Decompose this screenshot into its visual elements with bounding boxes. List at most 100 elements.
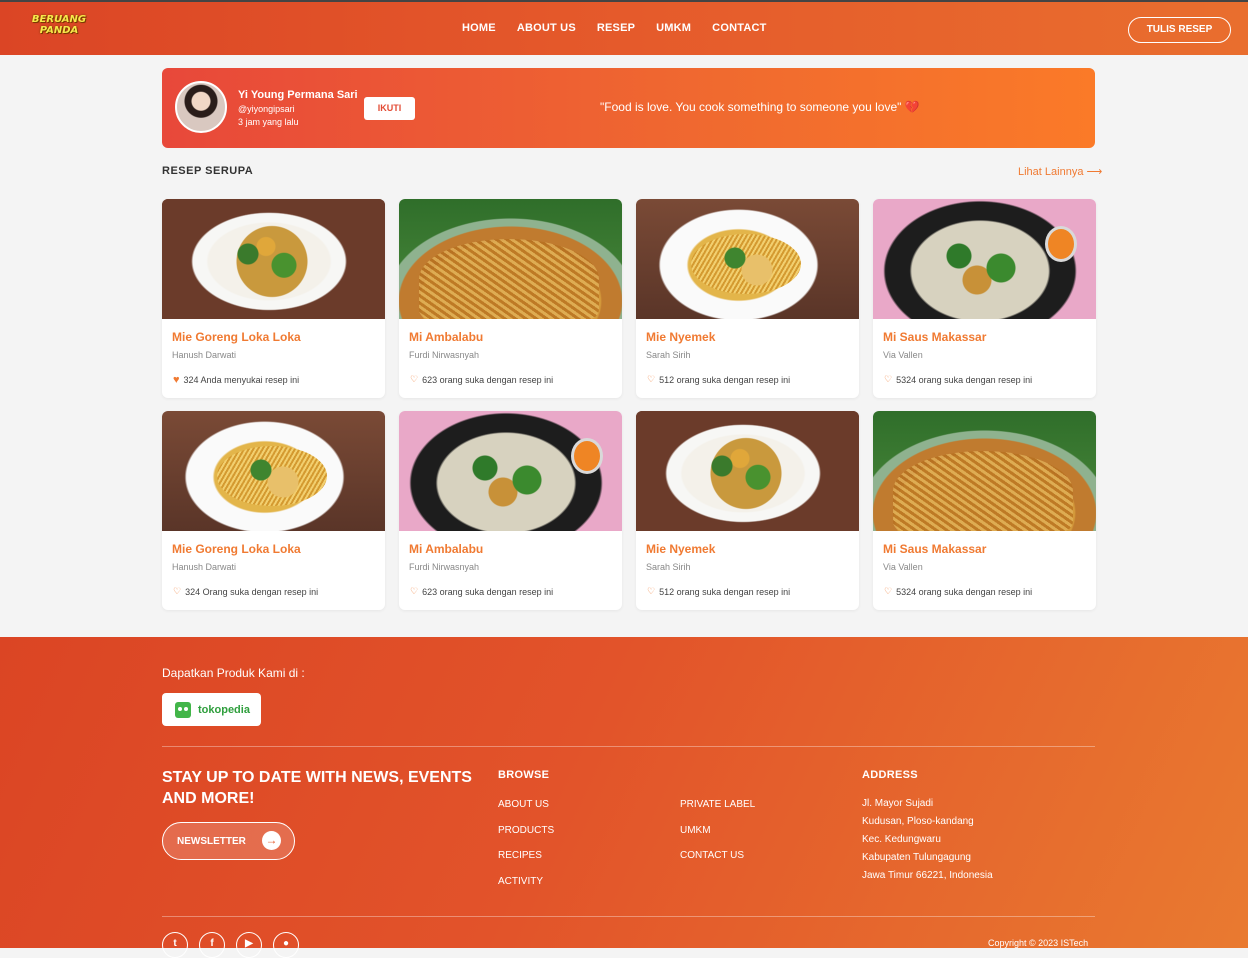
recipe-author: Hanush Darwati xyxy=(172,350,237,360)
recipe-likes: ♡ 512 orang suka dengan resep ini xyxy=(647,586,848,597)
recipe-card[interactable]: Mie Nyemek Sarah Sirih ♡ 512 orang suka d… xyxy=(636,199,859,398)
heart-outline-icon[interactable]: ♡ xyxy=(647,586,655,597)
likes-text: 324 Orang suka dengan resep ini xyxy=(185,586,319,597)
chat-icon[interactable]: ● xyxy=(273,932,299,958)
recipe-card[interactable]: Mi Saus Makassar Via Vallen ♡ 5324 orang … xyxy=(873,411,1096,610)
recipe-image[interactable] xyxy=(399,199,622,319)
recipe-title[interactable]: Mi Ambalabu xyxy=(409,330,612,345)
nav-umkm[interactable]: UMKM xyxy=(656,22,691,34)
address-line: Kudusan, Ploso-kandang xyxy=(862,816,974,827)
section-title: RESEP SERUPA xyxy=(162,165,254,177)
footer-link-about-us[interactable]: ABOUT US xyxy=(498,800,554,826)
recipe-author: Hanush Darwati xyxy=(172,562,237,572)
newsletter-label: NEWSLETTER xyxy=(177,835,246,847)
recipe-title[interactable]: Mi Saus Makassar xyxy=(883,542,1086,557)
likes-text: 5324 orang suka dengan resep ini xyxy=(896,586,1033,597)
heart-outline-icon[interactable]: ♡ xyxy=(173,586,181,597)
tokopedia-button[interactable]: tokopedia xyxy=(162,693,261,726)
recipe-image[interactable] xyxy=(399,411,622,531)
author-banner: Yi Young Permana Sari @yiyongipsari 3 ja… xyxy=(162,68,1095,148)
author-quote: "Food is love. You cook something to som… xyxy=(600,100,920,114)
social-links: t f ▶ ● xyxy=(162,932,299,958)
browse-links-2: PRIVATE LABEL UMKM CONTACT US xyxy=(680,800,755,877)
footer-link-products[interactable]: PRODUCTS xyxy=(498,825,554,852)
recipe-card[interactable]: Mi Ambalabu Furdi Nirwasnyah ♡ 623 orang … xyxy=(399,411,622,610)
recipe-image[interactable] xyxy=(873,411,1096,531)
recipe-author: Furdi Nirwasnyah xyxy=(409,350,480,360)
recipe-title[interactable]: Mie Goreng Loka Loka xyxy=(172,542,375,557)
recipe-image[interactable] xyxy=(636,199,859,319)
recipe-likes: ♥ 324 Anda menyukai resep ini xyxy=(173,374,374,386)
author-handle: @yiyongipsari xyxy=(238,104,295,114)
footer-link-recipes[interactable]: RECIPES xyxy=(498,851,554,877)
address-heading: ADDRESS xyxy=(862,769,918,781)
recipe-image[interactable] xyxy=(873,199,1096,319)
nav-about-us[interactable]: ABOUT US xyxy=(517,22,576,34)
heart-outline-icon[interactable]: ♡ xyxy=(647,374,655,385)
recipe-likes: ♡ 5324 orang suka dengan resep ini xyxy=(884,586,1085,597)
footer-link-private-label[interactable]: PRIVATE LABEL xyxy=(680,800,755,826)
copyright: Copyright © 2023 ISTech xyxy=(988,938,1089,948)
heart-outline-icon[interactable]: ♡ xyxy=(884,586,892,597)
recipe-grid: Mie Goreng Loka Loka Hanush Darwati ♥ 324… xyxy=(162,199,1096,610)
recipe-likes: ♡ 512 orang suka dengan resep ini xyxy=(647,374,848,385)
footer-divider xyxy=(162,746,1095,747)
recipe-likes: ♡ 623 orang suka dengan resep ini xyxy=(410,374,611,385)
recipe-card[interactable]: Mie Goreng Loka Loka Hanush Darwati ♡ 324… xyxy=(162,411,385,610)
post-time: 3 jam yang lalu xyxy=(238,117,299,127)
recipe-author: Sarah Sirih xyxy=(646,350,691,360)
avatar[interactable] xyxy=(175,81,227,133)
quote-text: "Food is love. You cook something to som… xyxy=(600,100,902,114)
brand-logo[interactable]: BERUANG PANDA xyxy=(30,14,88,40)
recipe-card[interactable]: Mie Goreng Loka Loka Hanush Darwati ♥ 324… xyxy=(162,199,385,398)
likes-text: 623 orang suka dengan resep ini xyxy=(422,586,554,597)
write-recipe-button[interactable]: TULIS RESEP xyxy=(1128,17,1231,43)
recipe-card[interactable]: Mi Saus Makassar Via Vallen ♡ 5324 orang … xyxy=(873,199,1096,398)
recipe-card[interactable]: Mi Ambalabu Furdi Nirwasnyah ♡ 623 orang … xyxy=(399,199,622,398)
browse-heading: BROWSE xyxy=(498,769,550,781)
heart-outline-icon[interactable]: ♡ xyxy=(884,374,892,385)
recipe-title[interactable]: Mie Nyemek xyxy=(646,330,849,345)
nav-resep[interactable]: RESEP xyxy=(597,22,635,34)
recipe-title[interactable]: Mie Nyemek xyxy=(646,542,849,557)
author-name[interactable]: Yi Young Permana Sari xyxy=(238,89,358,101)
youtube-icon[interactable]: ▶ xyxy=(236,932,262,958)
facebook-icon[interactable]: f xyxy=(199,932,225,958)
footer-link-contact-us[interactable]: CONTACT US xyxy=(680,851,755,877)
likes-text: 324 Anda menyukai resep ini xyxy=(183,375,300,385)
site-footer: Dapatkan Produk Kami di : tokopedia STAY… xyxy=(0,637,1248,958)
heart-filled-icon[interactable]: ♥ xyxy=(173,374,180,386)
recipe-card[interactable]: Mie Nyemek Sarah Sirih ♡ 512 orang suka d… xyxy=(636,411,859,610)
newsletter-heading: STAY UP TO DATE WITH NEWS, EVENTS AND MO… xyxy=(162,769,472,807)
recipe-author: Via Vallen xyxy=(883,350,923,360)
likes-text: 512 orang suka dengan resep ini xyxy=(659,586,791,597)
address-line: Kec. Kedungwaru xyxy=(862,834,941,845)
recipe-image[interactable] xyxy=(636,411,859,531)
heart-outline-icon[interactable]: ♡ xyxy=(410,586,418,597)
address-line: Kabupaten Tulungagung xyxy=(862,852,971,863)
recipe-image[interactable] xyxy=(162,199,385,319)
address-line: Jl. Mayor Sujadi xyxy=(862,798,934,809)
recipe-author: Via Vallen xyxy=(883,562,923,572)
twitter-icon[interactable]: t xyxy=(162,932,188,958)
arrow-right-icon: → xyxy=(262,831,281,850)
tokopedia-label: tokopedia xyxy=(198,703,250,716)
newsletter-button[interactable]: NEWSLETTER → xyxy=(162,822,295,860)
broken-heart-emoji: 💔 xyxy=(904,100,920,114)
see-more-link[interactable]: Lihat Lainnya ⟶ xyxy=(1018,165,1102,178)
recipe-title[interactable]: Mi Saus Makassar xyxy=(883,330,1086,345)
address-line: Jawa Timur 66221, Indonesia xyxy=(862,870,993,881)
recipe-image[interactable] xyxy=(162,411,385,531)
site-header: BERUANG PANDA HOME ABOUT US RESEP UMKM CO… xyxy=(0,0,1248,55)
recipe-title[interactable]: Mie Goreng Loka Loka xyxy=(172,330,375,345)
nav-contact[interactable]: CONTACT xyxy=(712,22,766,34)
footer-link-activity[interactable]: ACTIVITY xyxy=(498,876,554,903)
recipe-title[interactable]: Mi Ambalabu xyxy=(409,542,612,557)
likes-text: 512 orang suka dengan resep ini xyxy=(659,374,791,385)
recipe-likes: ♡ 5324 orang suka dengan resep ini xyxy=(884,374,1085,385)
heart-outline-icon[interactable]: ♡ xyxy=(410,374,418,385)
nav-home[interactable]: HOME xyxy=(462,22,496,34)
follow-button[interactable]: IKUTI xyxy=(364,97,415,120)
likes-text: 5324 orang suka dengan resep ini xyxy=(896,374,1033,385)
footer-link-umkm[interactable]: UMKM xyxy=(680,825,755,852)
